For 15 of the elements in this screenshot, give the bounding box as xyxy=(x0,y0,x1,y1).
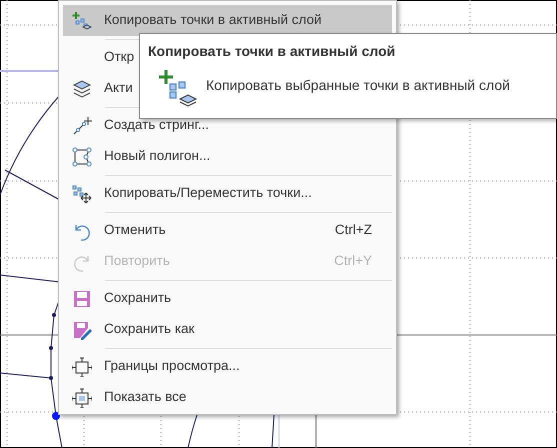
tooltip-text: Копировать выбранные точки в активный слой xyxy=(206,76,510,95)
menu-label: Копировать/Переместить точки... xyxy=(104,184,312,202)
shortcut-label: Ctrl+Z xyxy=(334,221,372,240)
tooltip-title: Копировать точки в активный слой xyxy=(148,42,396,61)
menu-label: Границы просмотра... xyxy=(104,357,240,376)
shortcut-label: Ctrl+Y xyxy=(334,252,372,270)
menu-label: Сохранить xyxy=(104,289,172,308)
menu-label: Отменить xyxy=(104,221,166,240)
menu-label: Акти xyxy=(104,79,133,98)
menu-label: Создать стринг... xyxy=(104,116,210,134)
menu-label: Повторить xyxy=(104,252,170,270)
menu-label: Показать все xyxy=(104,388,186,406)
menu-label: Новый полигон... xyxy=(104,147,210,166)
menu-label: Копировать точки в активный слой xyxy=(104,11,322,30)
menu-label: Сохранить как xyxy=(104,320,194,338)
